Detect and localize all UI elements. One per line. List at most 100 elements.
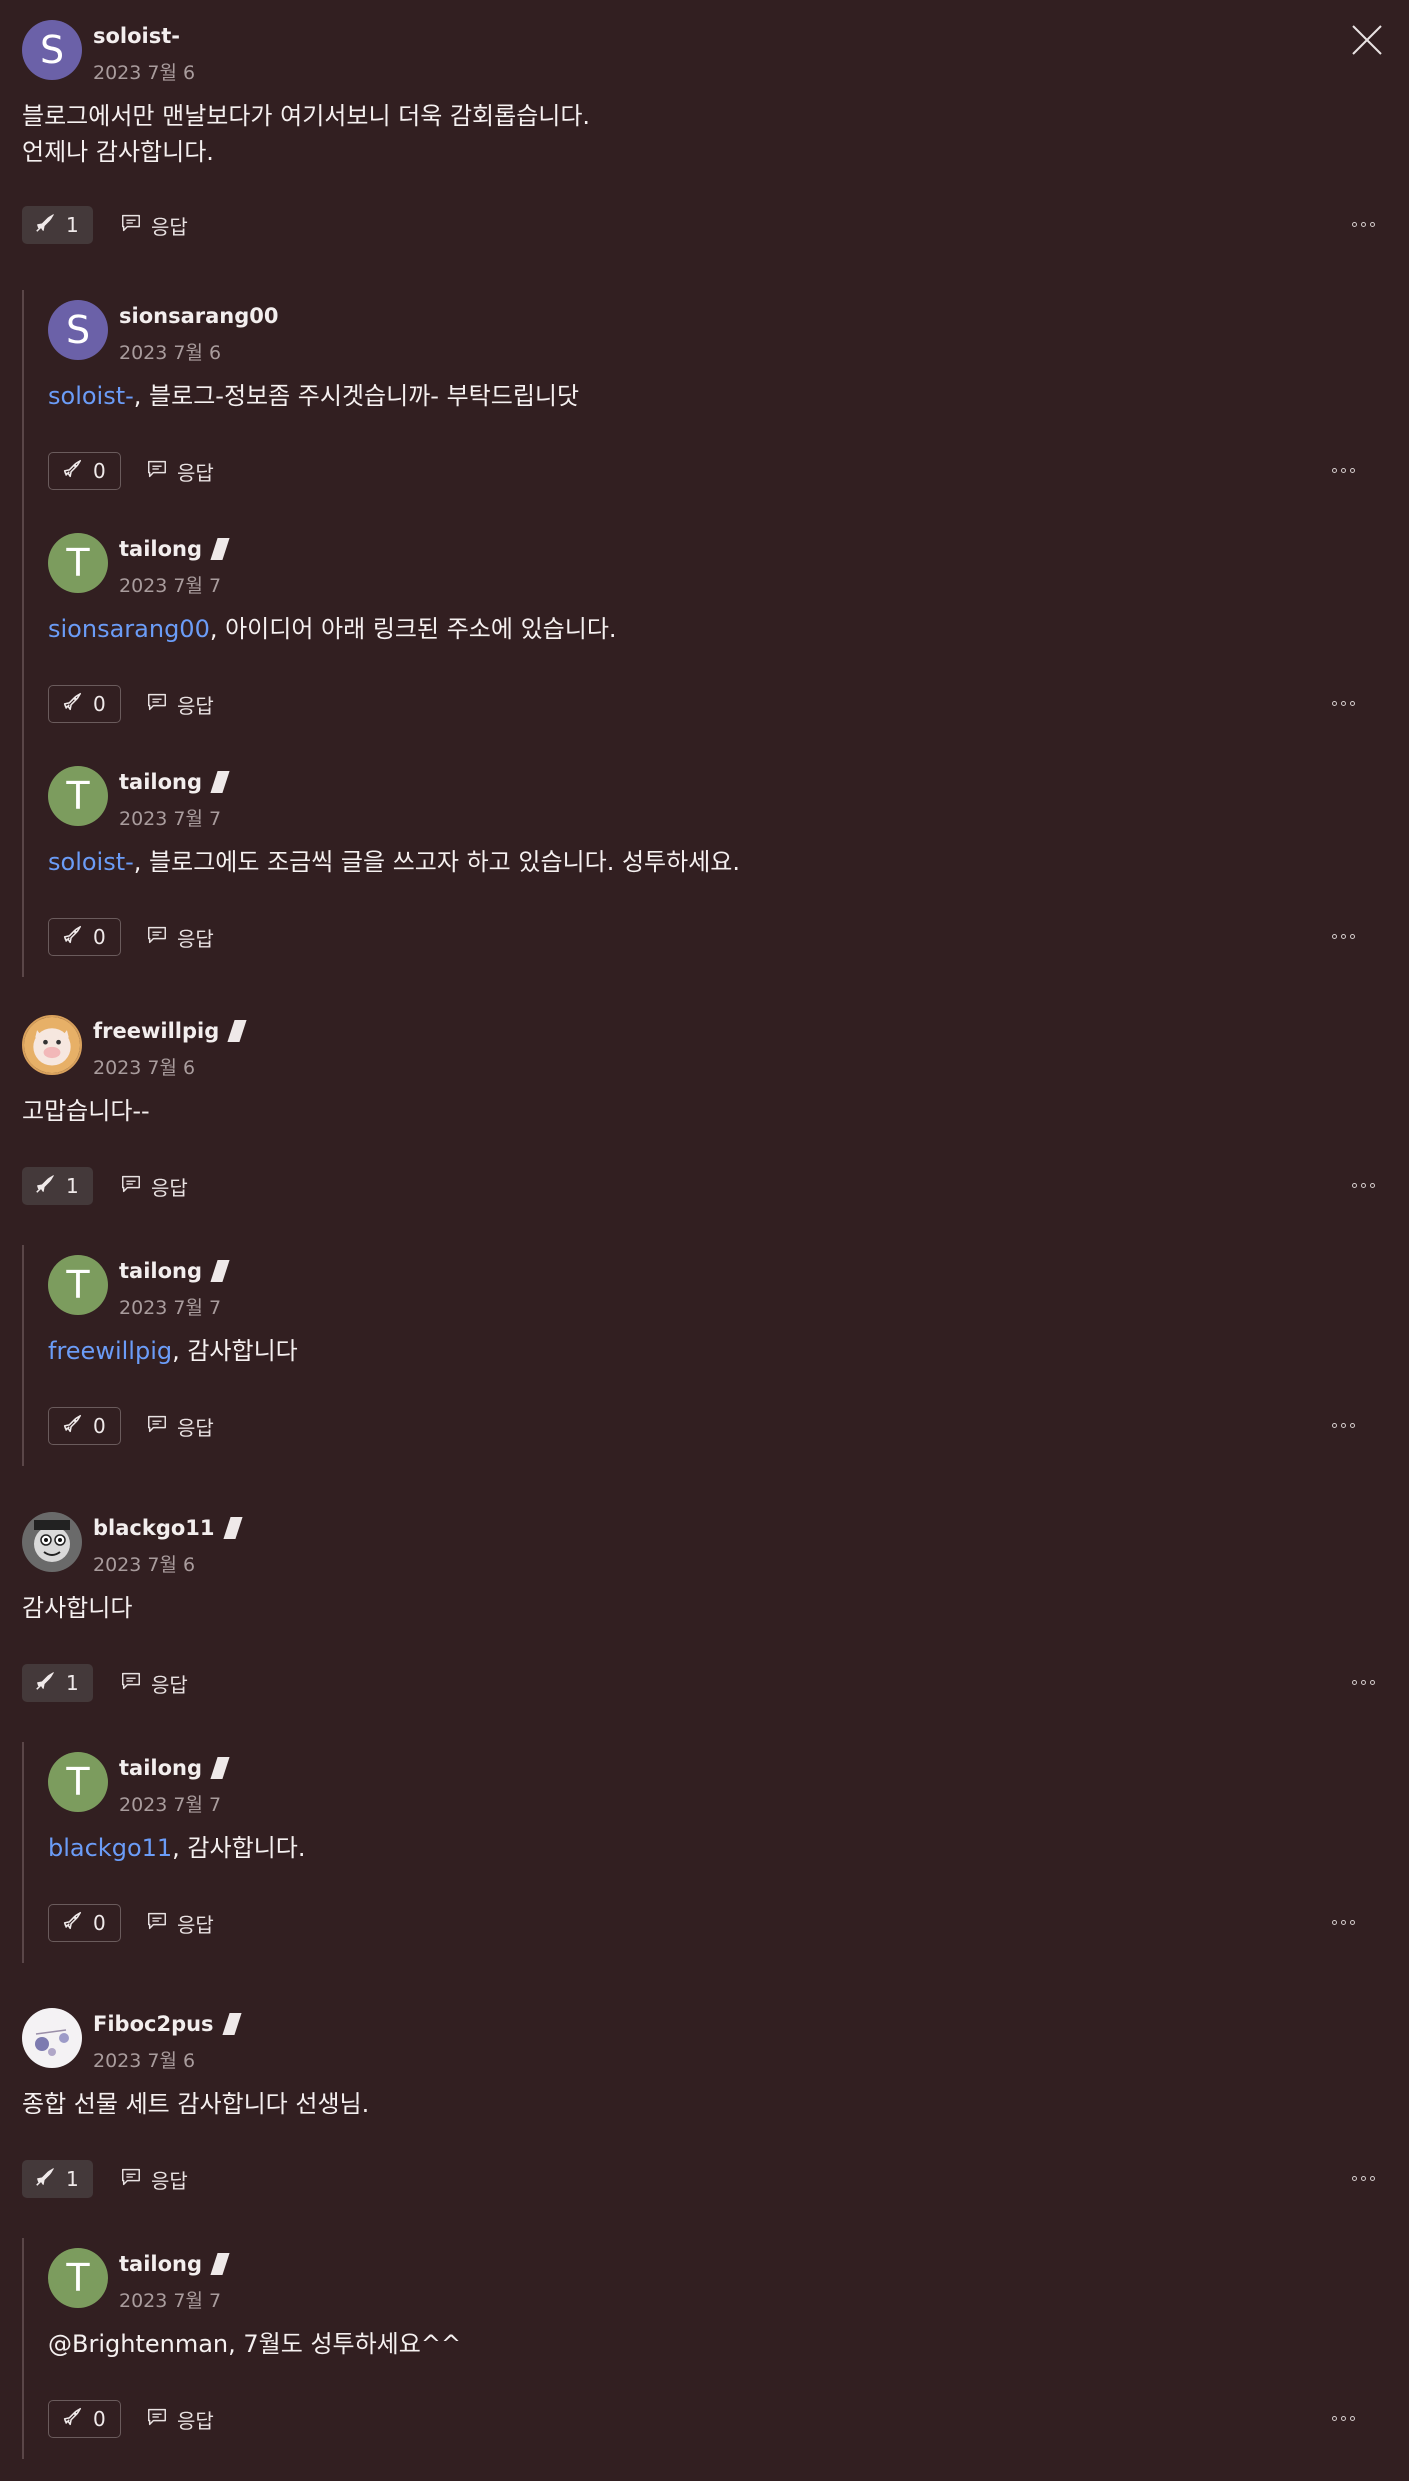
comment-date: 2023 7월 7 [119,1794,222,1816]
avatar[interactable]: T [48,766,108,826]
comment-actions: 0 응답 [48,1407,1358,1449]
boost-button[interactable]: 1 [22,1664,93,1702]
boost-button[interactable]: 1 [22,1167,93,1205]
username[interactable]: tailong [119,1756,230,1780]
avatar[interactable]: S [22,20,82,80]
username[interactable]: tailong [119,2252,230,2276]
more-dot [1341,2415,1346,2421]
reply-button[interactable]: 응답 [146,1904,214,1942]
reply-button[interactable]: 응답 [120,2160,188,2198]
more-options-button[interactable] [1332,1415,1358,1435]
comment-date: 2023 7월 7 [119,808,222,830]
username-text: blackgo11 [93,1516,215,1540]
boost-button[interactable]: 1 [22,206,93,244]
boost-button[interactable]: 1 [22,2160,93,2198]
username[interactable]: tailong [119,1259,230,1283]
rocket-icon [61,691,83,718]
boost-count: 1 [66,2167,79,2191]
more-dot [1370,1182,1375,1188]
avatar[interactable]: T [48,533,108,593]
username[interactable]: blackgo11 [93,1516,243,1540]
comment-date: 2023 7월 7 [119,1297,222,1319]
boost-button[interactable]: 0 [48,685,121,723]
avatar-letter: S [65,308,91,352]
username-text: Fiboc2pus [93,2012,214,2036]
reply-icon [120,1670,142,1697]
reply-button[interactable]: 응답 [120,206,188,244]
avatar[interactable]: T [48,1752,108,1812]
boost-button[interactable]: 0 [48,1407,121,1445]
comment-body: 고맙습니다-- [22,1093,150,1129]
boost-count: 0 [93,1414,106,1438]
more-dot [1370,2175,1375,2181]
reply-button[interactable]: 응답 [120,1664,188,1702]
reply-label: 응답 [177,1912,214,1937]
username-text: freewillpig [93,1019,220,1043]
more-options-button[interactable] [1352,2168,1378,2188]
boost-count: 1 [66,213,79,237]
more-options-button[interactable] [1332,926,1358,946]
reply-button[interactable]: 응답 [146,2400,214,2438]
replies-block: T tailong 2023 7월 7 freewillpig, 감사합니다 0… [22,1245,1384,1466]
boost-button[interactable]: 0 [48,918,121,956]
mention-link[interactable]: blackgo11 [48,1834,172,1862]
reply-button[interactable]: 응답 [120,1167,188,1205]
username[interactable]: tailong [119,770,230,794]
comment-text: 감사합니다 [22,1594,133,1622]
username[interactable]: tailong [119,537,230,561]
boost-button[interactable]: 0 [48,2400,121,2438]
reply-button[interactable]: 응답 [146,452,214,490]
avatar[interactable]: T [48,1255,108,1315]
username[interactable]: Fiboc2pus [93,2012,242,2036]
reply-button[interactable]: 응답 [146,685,214,723]
comment-body: blackgo11, 감사합니다. [48,1830,305,1866]
reply-button[interactable]: 응답 [146,918,214,956]
username[interactable]: sionsarang00 [119,304,278,328]
avatar[interactable]: T [48,2248,108,2308]
avatar-letter: T [66,541,90,585]
mention-link[interactable]: soloist- [48,848,134,876]
comment-date: 2023 7월 7 [119,575,222,597]
avatar[interactable] [22,1512,82,1572]
comment-body: 감사합니다 [22,1590,132,1626]
comment-actions: 1 응답 [22,1664,1378,1706]
author-badge-icon [210,2253,230,2275]
thread: Fiboc2pus 2023 7월 6 종합 선물 세트 감사합니다 선생님. … [0,2008,1409,2459]
reply-text: , 아이디어 아래 링크된 주소에 있습니다. [209,615,617,643]
more-dot [1352,1679,1357,1685]
more-options-button[interactable] [1352,1672,1378,1692]
boost-button[interactable]: 0 [48,1904,121,1942]
reply-comment: T tailong 2023 7월 7 @Brightenman, 7월도 성투… [48,2248,1382,2481]
comment-body: sionsarang00, 아이디어 아래 링크된 주소에 있습니다. [48,611,617,647]
avatar[interactable] [22,1015,82,1075]
comment-date: 2023 7월 6 [93,2050,196,2072]
mention-link[interactable]: sionsarang00 [48,615,210,643]
more-options-button[interactable] [1352,1175,1378,1195]
reply-button[interactable]: 응답 [146,1407,214,1445]
reply-icon [146,1910,168,1937]
boost-count: 0 [93,925,106,949]
username[interactable]: soloist- [93,24,180,48]
thread: freewillpig 2023 7월 6 고맙습니다-- 1 응답 T tai… [0,1015,1409,1466]
reply-text: , 감사합니다 [172,1337,298,1365]
avatar[interactable]: S [48,300,108,360]
avatar-letter: T [66,1263,90,1307]
more-dot [1332,933,1337,939]
rocket-icon [61,2406,83,2433]
more-options-button[interactable] [1332,2408,1358,2428]
boost-button[interactable]: 0 [48,452,121,490]
more-options-button[interactable] [1352,214,1378,234]
reply-icon [146,924,168,951]
mention-link[interactable]: freewillpig [48,1337,172,1365]
reply-label: 응답 [177,926,214,951]
more-options-button[interactable] [1332,1912,1358,1932]
avatar[interactable] [22,2008,82,2068]
username[interactable]: freewillpig [93,1019,247,1043]
more-dot [1350,1919,1355,1925]
comment-actions: 1 응답 [22,2160,1378,2202]
more-options-button[interactable] [1332,693,1358,713]
more-options-button[interactable] [1332,460,1358,480]
comment-body: freewillpig, 감사합니다 [48,1333,298,1369]
mention-link[interactable]: soloist- [48,382,134,410]
more-dot [1332,700,1337,706]
